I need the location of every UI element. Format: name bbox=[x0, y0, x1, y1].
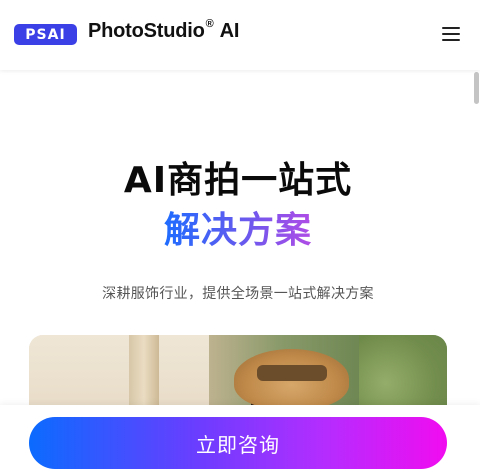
consult-now-button[interactable]: 立即咨询 bbox=[29, 417, 447, 469]
logo-badge[interactable]: PSAI bbox=[14, 24, 77, 45]
registered-mark: ® bbox=[205, 18, 214, 30]
cta-bar: 立即咨询 bbox=[0, 405, 480, 475]
brand-name[interactable]: PhotoStudio ® AI bbox=[88, 18, 240, 48]
top-header: PSAI PhotoStudio ® AI bbox=[0, 0, 480, 70]
hero-description: 深耕服饰行业，提供全场景一站式解决方案 bbox=[102, 286, 374, 302]
hero-subtitle-text: 解决方案 bbox=[163, 210, 312, 251]
logo-text: PSAI bbox=[25, 26, 66, 43]
page: PSAI PhotoStudio ® AI AI商拍一站式 解决方案 深耕服饰行… bbox=[0, 0, 480, 475]
hero-title: AI商拍一站式 bbox=[123, 160, 353, 201]
brand-suffix: AI bbox=[219, 20, 240, 42]
brand-title: PhotoStudio bbox=[88, 20, 205, 42]
scrollbar-thumb[interactable] bbox=[474, 72, 479, 104]
consult-now-label: 立即咨询 bbox=[196, 434, 280, 457]
hamburger-menu-icon[interactable] bbox=[441, 25, 463, 43]
hero-subtitle: 解决方案 bbox=[0, 201, 476, 253]
